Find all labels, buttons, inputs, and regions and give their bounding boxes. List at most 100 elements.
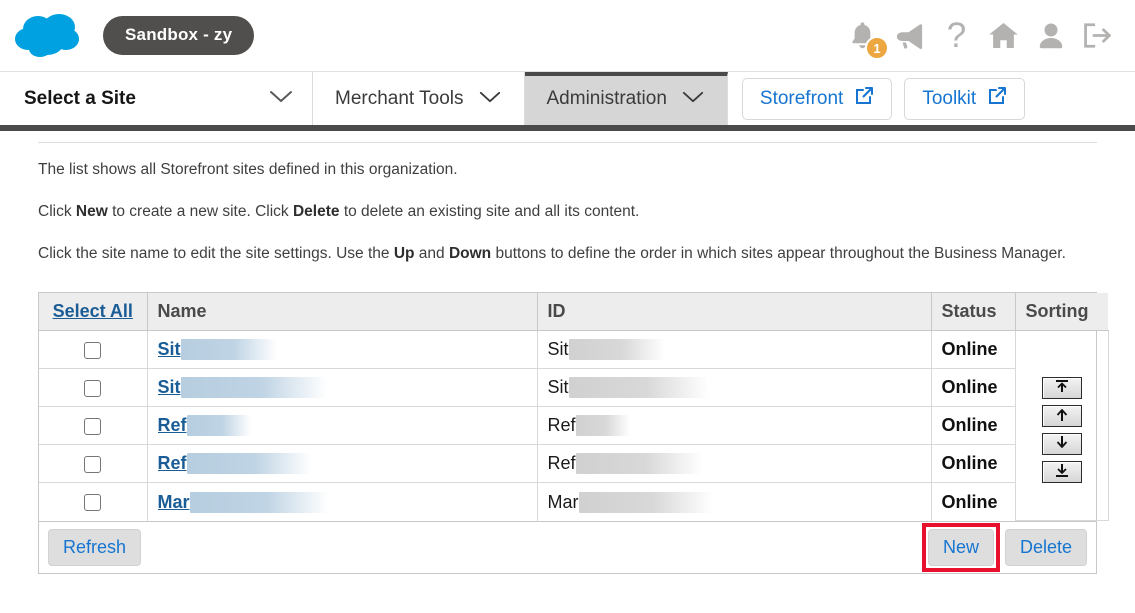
sandbox-badge: Sandbox - zy [103, 16, 255, 55]
description-line-2: Click New to create a new site. Click De… [38, 202, 640, 220]
home-icon[interactable] [980, 12, 1027, 59]
toolkit-button-label: Toolkit [922, 87, 977, 109]
page-content: The list shows all Storefront sites defi… [0, 142, 1135, 575]
page-description: The list shows all Storefront sites defi… [38, 160, 1097, 265]
delete-button[interactable]: Delete [1004, 529, 1087, 567]
topbar-icon-group: 1 ? [839, 0, 1121, 71]
row-checkbox[interactable] [84, 380, 102, 398]
site-id-cell: Ref [537, 444, 932, 484]
site-name-link[interactable]: Ref [158, 415, 187, 436]
row-select-cell [39, 368, 148, 408]
table-row: Mar Mar Online [39, 482, 1108, 521]
arrow-up-icon [1052, 407, 1072, 425]
site-name-link[interactable]: Ref [158, 453, 187, 474]
table-action-bar: Refresh New Delete [38, 522, 1097, 575]
salesforce-cloud-icon [14, 13, 86, 59]
row-select-cell [39, 330, 148, 370]
notifications-bell-icon[interactable]: 1 [839, 12, 889, 60]
site-id-text: Sit [547, 377, 569, 398]
site-id-text: Mar [547, 491, 579, 512]
content-divider [38, 142, 1097, 143]
site-name-cell: Sit [147, 368, 538, 408]
nav-tab-label: Merchant Tools [335, 87, 464, 109]
row-select-cell [39, 444, 148, 484]
description-line-3: Click the site name to edit the site set… [38, 244, 1066, 262]
column-header-status: Status [931, 292, 1016, 332]
site-id-cell: Mar [537, 482, 932, 521]
sorting-cell [1015, 330, 1109, 522]
site-name-link[interactable]: Sit [158, 377, 181, 398]
site-name-link[interactable]: Sit [158, 339, 181, 360]
table-row: Sit Sit Online [39, 330, 1109, 522]
storefront-button[interactable]: Storefront [741, 77, 893, 120]
site-id-text: Sit [547, 339, 569, 360]
sort-button-group [1026, 369, 1098, 483]
table-row: Sit Sit Online [39, 368, 1108, 408]
site-name-link[interactable]: Mar [158, 492, 190, 513]
new-button[interactable]: New [927, 529, 994, 567]
site-name-cell: Mar [147, 482, 538, 521]
redacted-name-overlay [186, 453, 311, 475]
move-to-top-button[interactable] [1041, 376, 1082, 399]
nav-tab-administration[interactable]: Administration [524, 72, 728, 125]
move-to-bottom-button[interactable] [1041, 460, 1082, 483]
site-status-cell: Online [931, 330, 1016, 370]
redacted-id-overlay [578, 491, 713, 513]
table-row: Ref Ref Online [39, 406, 1108, 446]
row-checkbox[interactable] [84, 418, 102, 436]
chevron-down-icon [268, 88, 294, 110]
row-checkbox[interactable] [84, 342, 102, 360]
site-name-cell: Sit [147, 330, 538, 370]
description-line-1: The list shows all Storefront sites defi… [38, 161, 458, 178]
refresh-button[interactable]: Refresh [48, 529, 142, 567]
top-bar: Sandbox - zy 1 ? [0, 0, 1135, 71]
site-selector-dropdown[interactable]: Select a Site [0, 72, 313, 125]
redacted-name-overlay [180, 339, 277, 361]
row-select-cell [39, 406, 148, 446]
sites-table-body: Sit Sit Online Sit Sit Online Ref Ref Online Ref R… [39, 330, 1109, 522]
redacted-name-overlay [189, 491, 328, 513]
site-status-cell: Online [931, 368, 1016, 408]
external-link-buttons: Storefront Toolkit [741, 72, 1026, 125]
external-link-icon [987, 86, 1007, 112]
salesforce-logo[interactable] [14, 13, 86, 59]
arrow-to-bottom-icon [1052, 463, 1072, 481]
redacted-name-overlay [186, 415, 251, 437]
row-checkbox[interactable] [84, 456, 102, 474]
sites-table-container: Select All Name ID Status Sorting Sit Sit… [38, 291, 1109, 523]
site-status-cell: Online [931, 406, 1016, 446]
site-id-text: Ref [547, 453, 576, 474]
storefront-button-label: Storefront [759, 87, 844, 109]
arrow-down-icon [1052, 435, 1072, 453]
site-status-cell: Online [931, 444, 1016, 484]
toolkit-button[interactable]: Toolkit [904, 77, 1026, 120]
user-profile-icon[interactable] [1027, 12, 1074, 59]
column-header-select-all: Select All [39, 292, 148, 332]
external-link-icon [854, 86, 874, 112]
column-header-name: Name [147, 292, 538, 332]
redacted-id-overlay [568, 377, 709, 399]
select-all-link[interactable]: Select All [53, 301, 133, 321]
site-name-cell: Ref [147, 406, 538, 446]
site-id-cell: Sit [537, 330, 932, 370]
table-row: Ref Ref Online [39, 444, 1108, 484]
move-up-button[interactable] [1041, 404, 1082, 427]
site-selector-label: Select a Site [24, 87, 136, 109]
new-button-highlight: New [921, 523, 1000, 573]
redacted-id-overlay [575, 453, 702, 475]
site-id-cell: Ref [537, 406, 932, 446]
chevron-down-icon [681, 88, 705, 110]
logout-icon[interactable] [1074, 12, 1121, 59]
nav-bottom-rule [0, 125, 1135, 131]
redacted-name-overlay [180, 377, 327, 399]
nav-tab-label: Administration [546, 87, 667, 109]
sites-table: Select All Name ID Status Sorting Sit Sit… [39, 292, 1109, 522]
megaphone-icon[interactable] [886, 12, 933, 59]
redacted-id-overlay [575, 415, 630, 437]
row-checkbox[interactable] [84, 494, 102, 512]
help-question-icon[interactable]: ? [933, 12, 980, 59]
move-down-button[interactable] [1041, 432, 1082, 455]
main-navigation: Select a Site Merchant Tools Administrat… [0, 71, 1135, 125]
chevron-down-icon [478, 88, 502, 110]
nav-tab-merchant-tools[interactable]: Merchant Tools [313, 72, 525, 125]
